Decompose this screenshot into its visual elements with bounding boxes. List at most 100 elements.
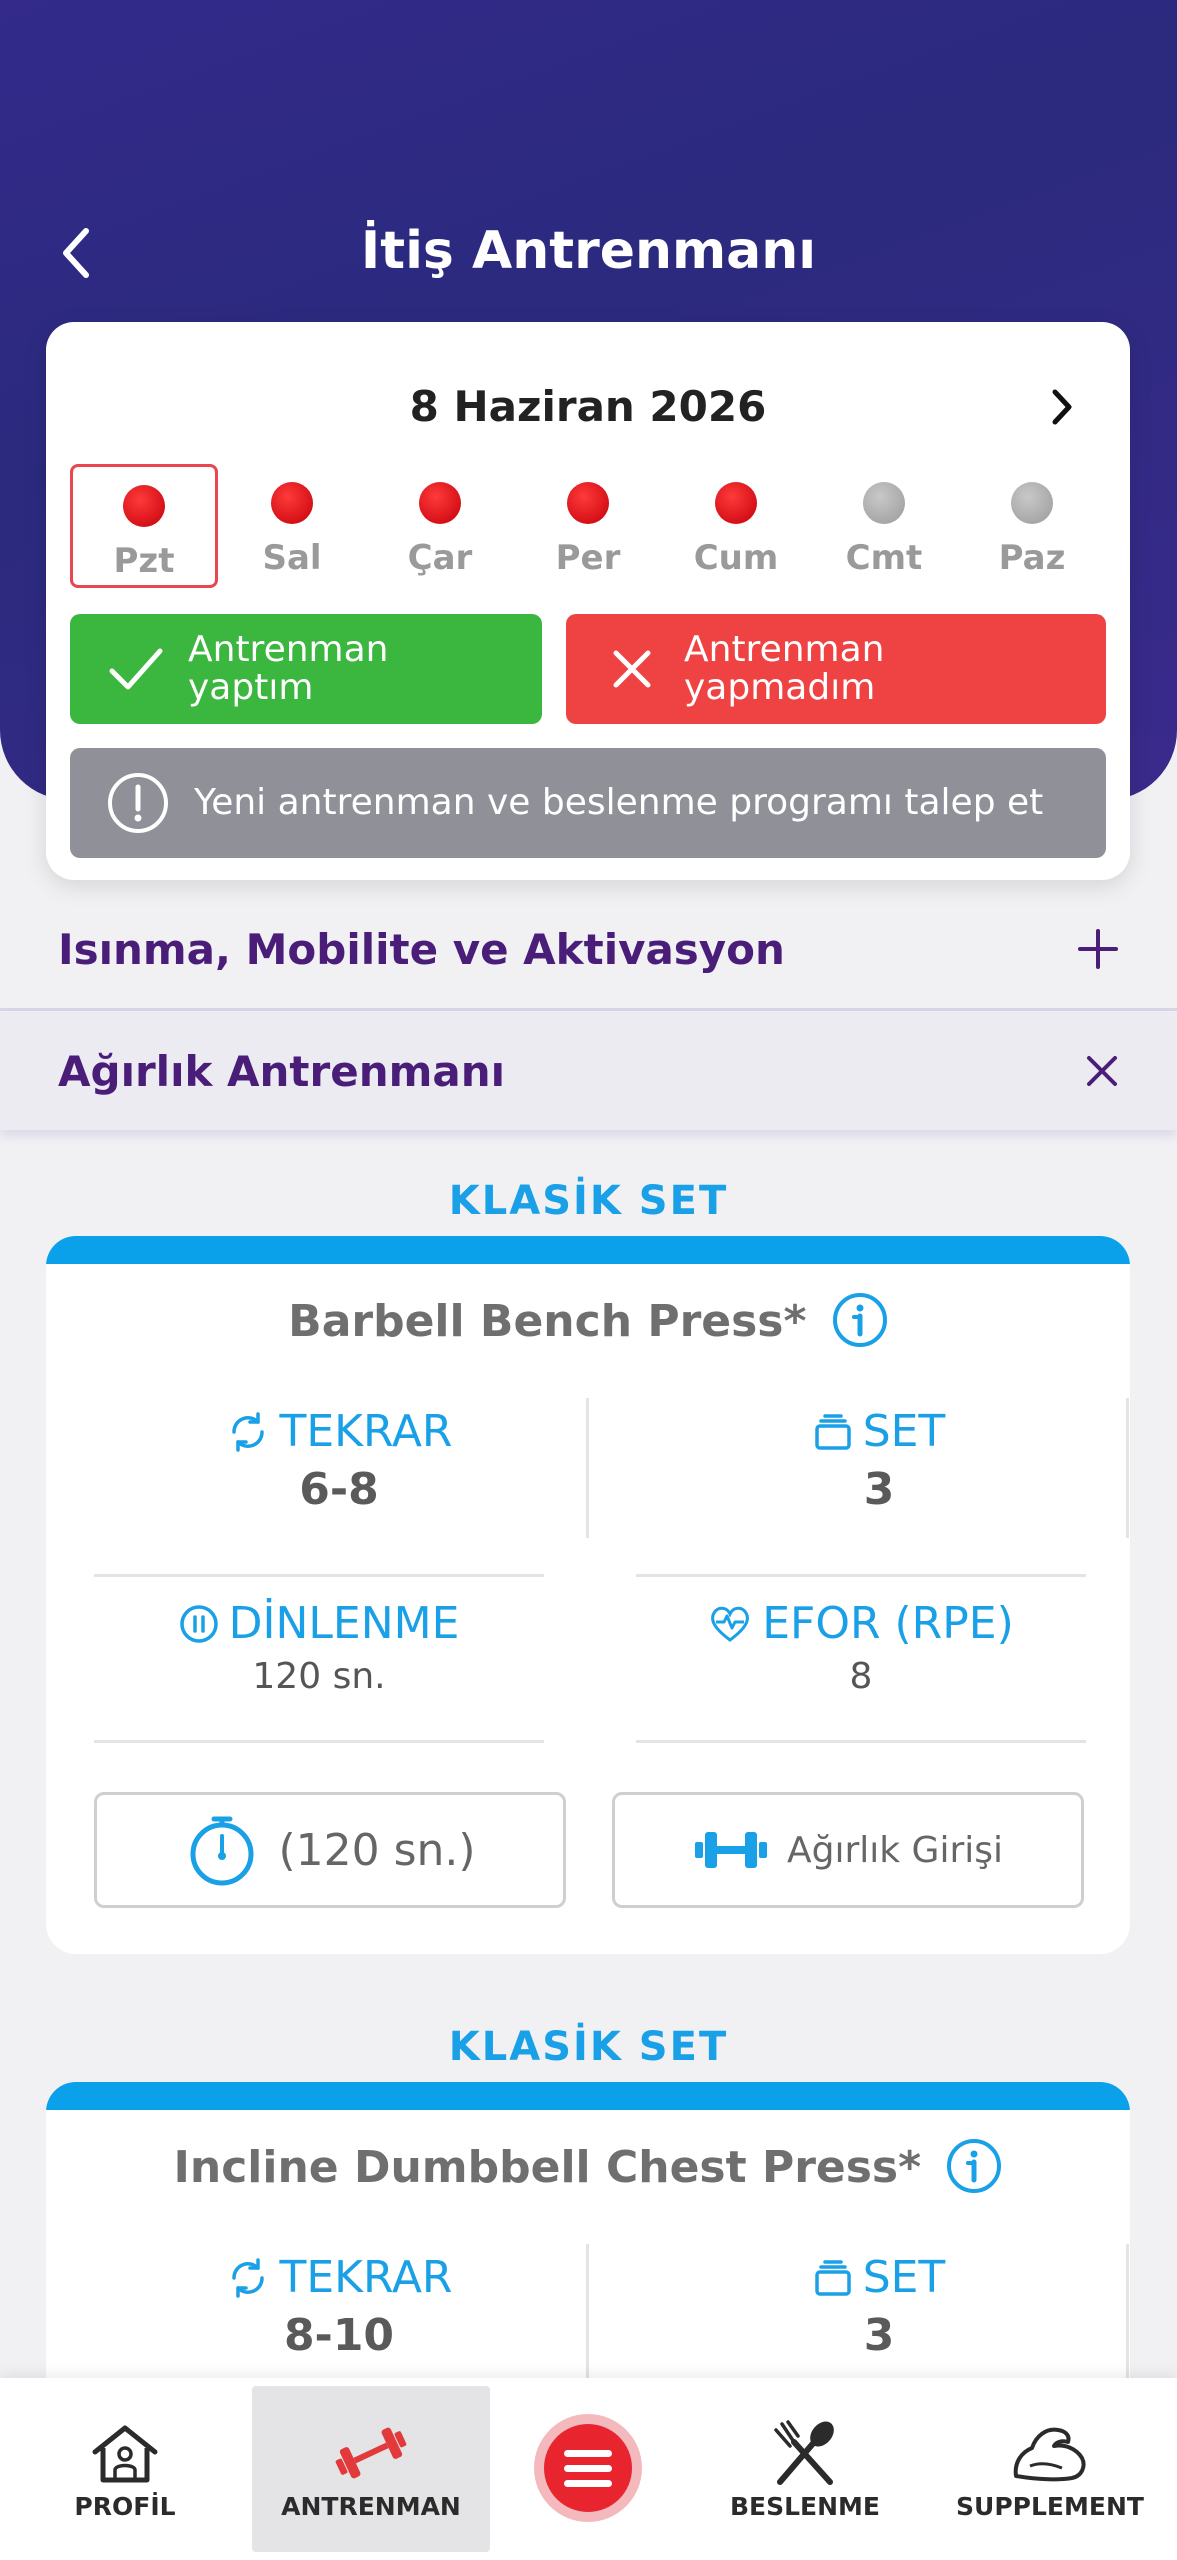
close-icon: [602, 639, 662, 699]
sets-label: SET: [862, 2252, 946, 2303]
effort-value: 8: [849, 1656, 873, 1697]
section-weights[interactable]: Ağırlık Antrenmanı: [0, 1012, 1177, 1130]
stat-divider: [586, 1398, 589, 1538]
chevron-right-icon: [1052, 389, 1072, 425]
nav-supplement-label: SUPPLEMENT: [956, 2491, 1144, 2521]
sets-label: SET: [862, 1406, 946, 1457]
nav-profile-label: PROFİL: [74, 2491, 176, 2521]
request-program-button[interactable]: Yeni antrenman ve beslenme programı tale…: [70, 748, 1106, 858]
rest-timer-button[interactable]: (120 sn.): [94, 1792, 566, 1908]
day-status-dot: [1011, 482, 1053, 524]
exercise-card-accent: [46, 2082, 1130, 2110]
reps-stat: TEKRAR 8-10: [114, 2250, 564, 2366]
section-warmup[interactable]: Isınma, Mobilite ve Aktivasyon: [0, 890, 1177, 1008]
close-icon: [1087, 1056, 1117, 1086]
stat-divider: [1126, 2244, 1129, 2384]
stat-divider: [94, 1740, 544, 1743]
muscle-arm-icon: [1010, 2418, 1090, 2488]
set-type-label: KLASİK SET: [448, 1178, 729, 1224]
plus-icon: [1078, 929, 1118, 969]
day-status-dot: [715, 482, 757, 524]
next-week-button[interactable]: [1042, 382, 1082, 432]
stat-divider: [636, 1574, 1086, 1577]
reps-value: 6-8: [299, 1464, 379, 1515]
workout-not-done-button[interactable]: Antrenman yapmadım: [566, 614, 1106, 724]
stat-divider: [94, 1574, 544, 1577]
bottom-navigation: PROFİL ANTRENMAN BESLENME SUPPLEMENT: [0, 2378, 1177, 2560]
info-icon[interactable]: [832, 1292, 888, 1348]
stat-divider: [636, 1740, 1086, 1743]
exercise-title: Incline Dumbbell Chest Press*: [46, 2138, 1130, 2198]
day-status-dot: [419, 482, 461, 524]
menu-button[interactable]: [534, 2414, 642, 2522]
day-label: Çar: [407, 538, 473, 578]
home-icon: [85, 2418, 165, 2488]
repeat-icon: [231, 2258, 264, 2298]
day-pzt[interactable]: Pzt: [70, 464, 218, 588]
layers-icon: [814, 2260, 851, 2296]
weekday-selector: Pzt Sal Çar Per Cum Cmt Paz: [70, 464, 1106, 588]
nav-workout[interactable]: ANTRENMAN: [252, 2386, 490, 2552]
exercise-title: Barbell Bench Press*: [46, 1292, 1130, 1352]
reps-label: TEKRAR: [279, 1406, 453, 1457]
day-car[interactable]: Çar: [366, 464, 514, 588]
info-icon[interactable]: [946, 2138, 1002, 2194]
stopwatch-icon: [190, 1816, 254, 1886]
request-program-label: Yeni antrenman ve beslenme programı tale…: [194, 782, 1044, 823]
nav-nutrition-label: BESLENME: [729, 2491, 881, 2521]
effort-label: EFOR (RPE): [762, 1598, 1014, 1649]
day-label: Per: [555, 538, 621, 578]
exercise-card: Barbell Bench Press* TEKRAR 6-8 SET 3 Dİ…: [46, 1236, 1130, 1954]
day-cum[interactable]: Cum: [662, 464, 810, 588]
day-label: Pzt: [113, 541, 175, 581]
nav-profile[interactable]: PROFİL: [0, 2378, 250, 2560]
menu-icon: [544, 2424, 632, 2512]
workout-status-buttons: Antrenman yaptım Antrenman yapmadım: [70, 614, 1106, 724]
nav-nutrition[interactable]: BESLENME: [700, 2378, 910, 2560]
workout-not-done-label: Antrenman yapmadım: [684, 629, 885, 708]
day-status-dot: [567, 482, 609, 524]
rest-value: 120 sn.: [252, 1656, 386, 1697]
reps-label: TEKRAR: [279, 2252, 453, 2303]
nav-workout-label: ANTRENMAN: [281, 2491, 461, 2521]
weight-entry-button[interactable]: Ağırlık Girişi: [612, 1792, 1084, 1908]
calendar-card: 8 Haziran 2026 Pzt Sal Çar Per Cum Cmt P…: [46, 322, 1130, 880]
sets-value: 3: [863, 1464, 895, 1515]
stat-divider: [586, 2244, 589, 2384]
stat-divider: [1126, 1398, 1129, 1538]
exercise-card-accent: [46, 1236, 1130, 1264]
section-divider: [0, 1008, 1177, 1011]
calendar-date: 8 Haziran 2026: [409, 382, 767, 431]
section-weights-title: Ağırlık Antrenmanı: [58, 1046, 506, 1096]
day-cmt[interactable]: Cmt: [810, 464, 958, 588]
dumbbell-icon: [694, 1832, 767, 1868]
check-icon: [106, 639, 166, 699]
section-warmup-title: Isınma, Mobilite ve Aktivasyon: [58, 924, 785, 974]
pause-circle-icon: [179, 1605, 218, 1643]
day-label: Paz: [998, 538, 1066, 578]
dumbbell-icon: [331, 2418, 411, 2488]
rest-label: DİNLENME: [228, 1598, 460, 1649]
workout-done-button[interactable]: Antrenman yaptım: [70, 614, 542, 724]
nav-supplement[interactable]: SUPPLEMENT: [940, 2378, 1160, 2560]
sets-value: 3: [863, 2310, 895, 2361]
rest-timer-label: (120 sn.): [278, 1824, 476, 1876]
day-status-dot: [271, 482, 313, 524]
reps-stat: TEKRAR 6-8: [114, 1404, 564, 1520]
layers-icon: [814, 1414, 851, 1450]
day-paz[interactable]: Paz: [958, 464, 1106, 588]
day-label: Sal: [262, 538, 322, 578]
day-per[interactable]: Per: [514, 464, 662, 588]
page-title: İtiş Antrenmanı: [360, 221, 817, 281]
heart-pulse-icon: [711, 1606, 750, 1642]
day-label: Cum: [693, 538, 779, 578]
workout-done-label: Antrenman yaptım: [188, 629, 389, 708]
reps-value: 8-10: [283, 2310, 395, 2361]
set-type-label: KLASİK SET: [448, 2024, 729, 2070]
day-label: Cmt: [845, 538, 923, 578]
day-sal[interactable]: Sal: [218, 464, 366, 588]
effort-stat: EFOR (RPE) 8: [636, 1596, 1086, 1702]
exclamation-circle-icon: [108, 773, 168, 833]
fork-knife-icon: [765, 2418, 845, 2488]
sets-stat: SET 3: [654, 1404, 1104, 1520]
